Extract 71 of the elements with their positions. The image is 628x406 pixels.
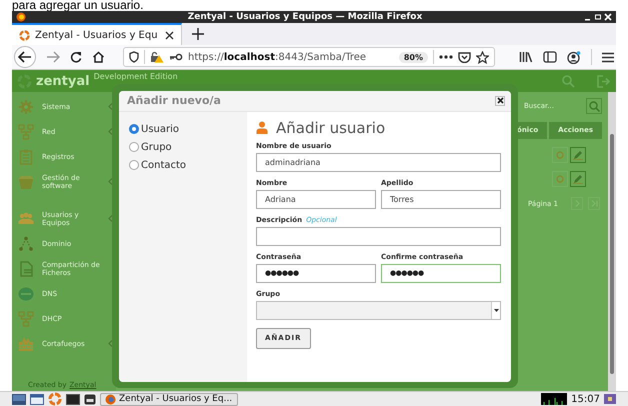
tab-title: Zentyal - Usuarios y Equ	[35, 30, 159, 40]
firewall-icon	[18, 336, 34, 352]
shield-icon	[129, 51, 139, 63]
users-icon	[18, 210, 34, 226]
window-icon[interactable]	[30, 394, 44, 404]
radio-button[interactable]	[129, 142, 139, 152]
forward-icon[interactable]	[46, 51, 60, 63]
radio-button[interactable]	[129, 124, 139, 134]
pencil-icon	[573, 150, 583, 160]
dialog-title: Añadir nuevo/a	[127, 94, 221, 107]
pencil-icon	[573, 174, 583, 184]
zentyal-logo-icon	[19, 30, 30, 40]
tray-icon[interactable]	[604, 394, 616, 404]
menu-icon[interactable]	[602, 52, 614, 62]
restore-icon[interactable]	[594, 13, 602, 21]
network-icon	[18, 310, 34, 326]
address-bar[interactable]: https://localhost:8443/Samba/Tree 80%	[123, 47, 495, 67]
dropdown-arrow-icon	[494, 308, 498, 312]
scroll-thumb[interactable]	[610, 134, 614, 374]
clipboard-icon	[18, 148, 34, 164]
close-button[interactable]	[495, 96, 505, 106]
library-icon[interactable]	[519, 51, 533, 63]
document-icon	[18, 260, 34, 276]
lock-warning-icon	[150, 51, 164, 63]
input-field[interactable]	[256, 226, 501, 246]
network-icon	[18, 124, 34, 140]
edition-label: Development Edition	[94, 72, 178, 81]
taskbar-button[interactable]: Zentyal - Usuarios y Eq...	[100, 392, 238, 406]
zoom-badge[interactable]: 80%	[398, 52, 428, 62]
user-icon	[256, 121, 268, 134]
option-label[interactable]: Contacto	[141, 160, 186, 170]
desktop-icon[interactable]	[12, 394, 26, 404]
gear-icon	[18, 98, 34, 114]
back-button[interactable]	[14, 46, 36, 68]
drive-icon[interactable]	[84, 394, 96, 404]
new-tab-icon[interactable]	[192, 28, 204, 40]
scroll-bar[interactable]	[608, 92, 616, 391]
toggle-button[interactable]	[552, 171, 568, 187]
close-icon[interactable]	[165, 30, 174, 40]
input-field[interactable]: Torres	[381, 190, 501, 208]
reload-icon[interactable]	[70, 51, 82, 63]
clock: 15:07	[571, 394, 600, 404]
circle-icon	[556, 175, 564, 183]
firefox-icon	[16, 12, 26, 22]
circle-icon	[556, 151, 564, 159]
key-icon	[169, 53, 183, 61]
close-icon	[496, 97, 504, 104]
firefox-icon	[105, 394, 116, 404]
window-title: Zentyal - Usuarios y Equipos — Mozilla Firefox	[186, 12, 424, 22]
url-text: https://localhost:8443/Samba/Tree	[188, 52, 368, 62]
input-field[interactable]: adminadriana	[256, 152, 501, 172]
box-icon	[18, 174, 34, 190]
account-icon[interactable]	[567, 50, 581, 64]
brand-name: zentyal	[36, 74, 90, 88]
terminal-icon[interactable]	[66, 394, 80, 404]
star-icon[interactable]	[476, 50, 489, 64]
cpu-graph-icon	[541, 393, 568, 405]
search-icon	[588, 100, 600, 112]
sidebar-icon[interactable]	[543, 51, 557, 63]
toggle-button[interactable]	[552, 147, 568, 163]
option-label[interactable]: Grupo	[141, 142, 172, 152]
input-field[interactable]: Adriana	[256, 190, 376, 208]
back-arrow-icon	[18, 51, 32, 63]
radio-button[interactable]	[129, 160, 139, 170]
browser-tab[interactable]: Zentyal - Usuarios y Equ	[12, 23, 182, 45]
pocket-icon[interactable]	[458, 51, 471, 63]
form-title: Añadir usuario	[276, 118, 386, 136]
home-icon[interactable]	[92, 51, 105, 63]
nodes-icon	[18, 236, 34, 252]
option-label[interactable]: Usuario	[141, 124, 180, 134]
more-icon[interactable]	[439, 55, 453, 59]
